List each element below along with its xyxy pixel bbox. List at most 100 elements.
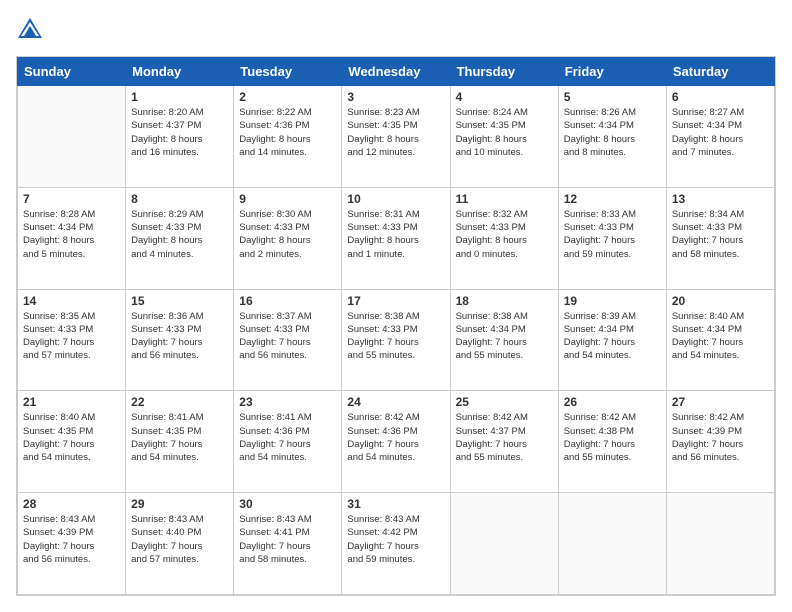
calendar-cell: 19Sunrise: 8:39 AM Sunset: 4:34 PM Dayli… bbox=[558, 289, 666, 391]
calendar-cell: 7Sunrise: 8:28 AM Sunset: 4:34 PM Daylig… bbox=[18, 187, 126, 289]
calendar-cell bbox=[558, 493, 666, 595]
day-info: Sunrise: 8:43 AM Sunset: 4:42 PM Dayligh… bbox=[347, 513, 444, 566]
calendar-cell: 4 Sunrise: 8:24 AM Sunset: 4:35 PM Daylig… bbox=[450, 86, 558, 188]
calendar-cell bbox=[450, 493, 558, 595]
calendar-cell: 6 Sunrise: 8:27 AM Sunset: 4:34 PM Daylig… bbox=[666, 86, 774, 188]
day-number: 14 bbox=[23, 294, 120, 308]
calendar-cell: 18 Sunrise: 8:38 AM Sunset: 4:34 PM Dayli… bbox=[450, 289, 558, 391]
calendar-cell: 9 Sunrise: 8:30 AM Sunset: 4:33 PM Daylig… bbox=[234, 187, 342, 289]
calendar-cell: 23 Sunrise: 8:41 AM Sunset: 4:36 PM Dayli… bbox=[234, 391, 342, 493]
week-row-4: 28 Sunrise: 8:43 AM Sunset: 4:39 PM Dayli… bbox=[18, 493, 775, 595]
day-info: Sunrise: 8:31 AM Sunset: 4:33 PM Dayligh… bbox=[347, 208, 444, 261]
day-info: Sunrise: 8:38 AM Sunset: 4:34 PM Dayligh… bbox=[456, 310, 553, 363]
calendar-cell: 31 Sunrise: 8:43 AM Sunset: 4:42 PM Dayli… bbox=[342, 493, 450, 595]
day-number: 4 bbox=[456, 90, 553, 104]
calendar: SundayMondayTuesdayWednesdayThursdayFrid… bbox=[16, 56, 776, 596]
day-number: 22 bbox=[131, 395, 228, 409]
day-number: 23 bbox=[239, 395, 336, 409]
calendar-cell: 8 Sunrise: 8:29 AM Sunset: 4:33 PM Daylig… bbox=[126, 187, 234, 289]
day-header-wednesday: Wednesday bbox=[342, 58, 450, 86]
day-number: 28 bbox=[23, 497, 120, 511]
calendar-cell: 2Sunrise: 8:22 AM Sunset: 4:36 PM Daylig… bbox=[234, 86, 342, 188]
calendar-header-row: SundayMondayTuesdayWednesdayThursdayFrid… bbox=[18, 58, 775, 86]
day-info: Sunrise: 8:42 AM Sunset: 4:38 PM Dayligh… bbox=[564, 411, 661, 464]
day-info: Sunrise: 8:40 AM Sunset: 4:34 PM Dayligh… bbox=[672, 310, 769, 363]
day-number: 19 bbox=[564, 294, 661, 308]
calendar-cell: 14 Sunrise: 8:35 AM Sunset: 4:33 PM Dayli… bbox=[18, 289, 126, 391]
day-info: Sunrise: 8:40 AM Sunset: 4:35 PM Dayligh… bbox=[23, 411, 120, 464]
day-number: 18 bbox=[456, 294, 553, 308]
day-number: 27 bbox=[672, 395, 769, 409]
calendar-cell: 11 Sunrise: 8:32 AM Sunset: 4:33 PM Dayli… bbox=[450, 187, 558, 289]
day-info: Sunrise: 8:37 AM Sunset: 4:33 PM Dayligh… bbox=[239, 310, 336, 363]
day-info: Sunrise: 8:20 AM Sunset: 4:37 PM Dayligh… bbox=[131, 106, 228, 159]
calendar-cell: 17 Sunrise: 8:38 AM Sunset: 4:33 PM Dayli… bbox=[342, 289, 450, 391]
calendar-cell: 24 Sunrise: 8:42 AM Sunset: 4:36 PM Dayli… bbox=[342, 391, 450, 493]
day-header-tuesday: Tuesday bbox=[234, 58, 342, 86]
day-info: Sunrise: 8:30 AM Sunset: 4:33 PM Dayligh… bbox=[239, 208, 336, 261]
day-info: Sunrise: 8:42 AM Sunset: 4:36 PM Dayligh… bbox=[347, 411, 444, 464]
calendar-cell: 30 Sunrise: 8:43 AM Sunset: 4:41 PM Dayli… bbox=[234, 493, 342, 595]
day-number: 10 bbox=[347, 192, 444, 206]
calendar-cell bbox=[18, 86, 126, 188]
day-info: Sunrise: 8:26 AM Sunset: 4:34 PM Dayligh… bbox=[564, 106, 661, 159]
day-number: 6 bbox=[672, 90, 769, 104]
day-number: 8 bbox=[131, 192, 228, 206]
day-info: Sunrise: 8:27 AM Sunset: 4:34 PM Dayligh… bbox=[672, 106, 769, 159]
day-info: Sunrise: 8:43 AM Sunset: 4:41 PM Dayligh… bbox=[239, 513, 336, 566]
day-header-saturday: Saturday bbox=[666, 58, 774, 86]
day-info: Sunrise: 8:32 AM Sunset: 4:33 PM Dayligh… bbox=[456, 208, 553, 261]
day-info: Sunrise: 8:35 AM Sunset: 4:33 PM Dayligh… bbox=[23, 310, 120, 363]
header bbox=[16, 16, 776, 44]
calendar-cell: 12 Sunrise: 8:33 AM Sunset: 4:33 PM Dayli… bbox=[558, 187, 666, 289]
calendar-table: SundayMondayTuesdayWednesdayThursdayFrid… bbox=[17, 57, 775, 595]
logo bbox=[16, 16, 48, 44]
day-info: Sunrise: 8:33 AM Sunset: 4:33 PM Dayligh… bbox=[564, 208, 661, 261]
calendar-cell: 16Sunrise: 8:37 AM Sunset: 4:33 PM Dayli… bbox=[234, 289, 342, 391]
day-number: 13 bbox=[672, 192, 769, 206]
day-number: 17 bbox=[347, 294, 444, 308]
page: SundayMondayTuesdayWednesdayThursdayFrid… bbox=[0, 0, 792, 612]
day-header-monday: Monday bbox=[126, 58, 234, 86]
calendar-cell: 21 Sunrise: 8:40 AM Sunset: 4:35 PM Dayli… bbox=[18, 391, 126, 493]
day-info: Sunrise: 8:41 AM Sunset: 4:36 PM Dayligh… bbox=[239, 411, 336, 464]
day-number: 12 bbox=[564, 192, 661, 206]
day-number: 31 bbox=[347, 497, 444, 511]
day-header-thursday: Thursday bbox=[450, 58, 558, 86]
day-number: 24 bbox=[347, 395, 444, 409]
day-number: 9 bbox=[239, 192, 336, 206]
calendar-cell: 15Sunrise: 8:36 AM Sunset: 4:33 PM Dayli… bbox=[126, 289, 234, 391]
day-number: 29 bbox=[131, 497, 228, 511]
day-number: 26 bbox=[564, 395, 661, 409]
day-info: Sunrise: 8:38 AM Sunset: 4:33 PM Dayligh… bbox=[347, 310, 444, 363]
day-number: 21 bbox=[23, 395, 120, 409]
week-row-1: 7Sunrise: 8:28 AM Sunset: 4:34 PM Daylig… bbox=[18, 187, 775, 289]
day-info: Sunrise: 8:41 AM Sunset: 4:35 PM Dayligh… bbox=[131, 411, 228, 464]
day-header-sunday: Sunday bbox=[18, 58, 126, 86]
week-row-3: 21 Sunrise: 8:40 AM Sunset: 4:35 PM Dayli… bbox=[18, 391, 775, 493]
calendar-cell: 28 Sunrise: 8:43 AM Sunset: 4:39 PM Dayli… bbox=[18, 493, 126, 595]
day-info: Sunrise: 8:23 AM Sunset: 4:35 PM Dayligh… bbox=[347, 106, 444, 159]
day-number: 30 bbox=[239, 497, 336, 511]
day-info: Sunrise: 8:36 AM Sunset: 4:33 PM Dayligh… bbox=[131, 310, 228, 363]
day-number: 25 bbox=[456, 395, 553, 409]
day-info: Sunrise: 8:24 AM Sunset: 4:35 PM Dayligh… bbox=[456, 106, 553, 159]
day-info: Sunrise: 8:43 AM Sunset: 4:40 PM Dayligh… bbox=[131, 513, 228, 566]
calendar-cell: 1Sunrise: 8:20 AM Sunset: 4:37 PM Daylig… bbox=[126, 86, 234, 188]
day-info: Sunrise: 8:28 AM Sunset: 4:34 PM Dayligh… bbox=[23, 208, 120, 261]
day-info: Sunrise: 8:43 AM Sunset: 4:39 PM Dayligh… bbox=[23, 513, 120, 566]
calendar-cell: 20Sunrise: 8:40 AM Sunset: 4:34 PM Dayli… bbox=[666, 289, 774, 391]
day-number: 5 bbox=[564, 90, 661, 104]
day-info: Sunrise: 8:34 AM Sunset: 4:33 PM Dayligh… bbox=[672, 208, 769, 261]
calendar-cell: 13 Sunrise: 8:34 AM Sunset: 4:33 PM Dayli… bbox=[666, 187, 774, 289]
calendar-cell: 25Sunrise: 8:42 AM Sunset: 4:37 PM Dayli… bbox=[450, 391, 558, 493]
calendar-cell: 5 Sunrise: 8:26 AM Sunset: 4:34 PM Daylig… bbox=[558, 86, 666, 188]
calendar-cell: 26 Sunrise: 8:42 AM Sunset: 4:38 PM Dayli… bbox=[558, 391, 666, 493]
day-info: Sunrise: 8:22 AM Sunset: 4:36 PM Dayligh… bbox=[239, 106, 336, 159]
calendar-cell bbox=[666, 493, 774, 595]
day-header-friday: Friday bbox=[558, 58, 666, 86]
calendar-cell: 22 Sunrise: 8:41 AM Sunset: 4:35 PM Dayli… bbox=[126, 391, 234, 493]
day-number: 11 bbox=[456, 192, 553, 206]
day-info: Sunrise: 8:29 AM Sunset: 4:33 PM Dayligh… bbox=[131, 208, 228, 261]
logo-icon bbox=[16, 16, 44, 44]
